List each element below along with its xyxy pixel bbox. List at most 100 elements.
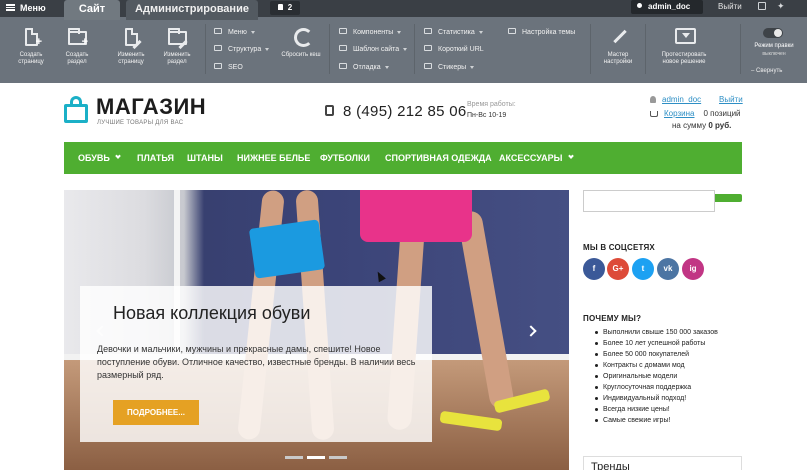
- chevron-down-icon: [567, 152, 574, 159]
- search-button[interactable]: [715, 194, 742, 202]
- tab-administration[interactable]: Администрирование: [126, 0, 258, 20]
- toolbar-separator: [740, 24, 741, 74]
- nav-item-underwear[interactable]: НИЖНЕЕ БЕЛЬЕ: [237, 142, 310, 174]
- search-input[interactable]: [583, 190, 715, 212]
- caret-down-icon: [384, 65, 389, 69]
- logo-subtitle: ЛУЧШИЕ ТОВАРЫ ДЛЯ ВАС: [97, 120, 184, 126]
- why-us-title: ПОЧЕМУ МЫ?: [583, 314, 642, 323]
- sticker-icon: [424, 63, 432, 70]
- site-template-dropdown[interactable]: Шаблон сайта: [339, 45, 408, 54]
- shopping-bag-icon[interactable]: [64, 96, 88, 123]
- pin-icon[interactable]: ✦: [777, 0, 785, 12]
- admin-menu-button[interactable]: Меню: [6, 0, 46, 17]
- test-solution-button[interactable]: Протестировать новое решение: [654, 27, 714, 66]
- nav-item-pants[interactable]: ШТАНЫ: [187, 142, 223, 174]
- why-us-item: Более 50 000 покупателей: [595, 349, 718, 360]
- hero-title: Новая коллекция обуви: [113, 303, 311, 323]
- admin-panel: Меню Сайт Администрирование 2 admin_doc …: [0, 0, 807, 83]
- edit-mode-toggle[interactable]: [763, 28, 783, 38]
- menu-dropdown[interactable]: Меню: [214, 28, 255, 37]
- nav-item-tshirts[interactable]: ФУТБОЛКИ: [320, 142, 370, 174]
- debug-dropdown[interactable]: Отладка: [339, 63, 389, 72]
- slider-dot[interactable]: [329, 456, 347, 459]
- edit-mode-label: Режим правки выключен: [748, 42, 800, 58]
- phone-number[interactable]: 8 (495) 212 85 06: [325, 103, 467, 120]
- structure-dropdown[interactable]: Структура: [214, 45, 270, 54]
- twitter-icon[interactable]: t: [632, 258, 654, 280]
- edit-section-button[interactable]: Изменить раздел: [156, 27, 198, 66]
- why-us-item: Выполнили свыше 150 000 заказов: [595, 327, 718, 338]
- admin-user-button[interactable]: admin_doc: [631, 0, 703, 14]
- cart-sum-value: 0 руб.: [708, 121, 732, 130]
- refresh-icon: [291, 27, 313, 48]
- why-us-list: Выполнили свыше 150 000 заказов Более 10 …: [595, 327, 718, 426]
- caret-down-icon: [265, 47, 270, 51]
- toolbar-separator: [205, 24, 206, 74]
- caret-down-icon: [397, 30, 402, 34]
- hero-more-button[interactable]: ПОДРОБНЕЕ...: [113, 400, 199, 425]
- nav-item-shoes[interactable]: ОБУВЬ: [78, 142, 121, 174]
- window-icon[interactable]: [758, 2, 766, 10]
- main-navigation: ОБУВЬ ПЛАТЬЯ ШТАНЫ НИЖНЕЕ БЕЛЬЕ ФУТБОЛКИ…: [64, 142, 742, 174]
- edit-page-icon: [121, 27, 142, 50]
- nav-item-accessories[interactable]: АКСЕССУАРЫ: [499, 142, 574, 174]
- admin-logout-link[interactable]: Выйти: [718, 0, 742, 14]
- why-us-item: Всегда низкие цены!: [595, 404, 718, 415]
- social-title: МЫ В СОЦСЕТЯХ: [583, 243, 655, 252]
- header-logout-link[interactable]: Выйти: [719, 95, 743, 104]
- nav-item-dresses[interactable]: ПЛАТЬЯ: [137, 142, 174, 174]
- tab-site[interactable]: Сайт: [64, 0, 120, 20]
- create-page-button[interactable]: + Создать страницу: [10, 27, 52, 66]
- link-icon: [424, 45, 432, 52]
- facebook-icon[interactable]: f: [583, 258, 605, 280]
- create-section-button[interactable]: + Создать раздел: [56, 27, 98, 66]
- new-folder-icon: +: [67, 27, 88, 48]
- new-page-icon: +: [21, 27, 42, 48]
- caret-down-icon: [403, 47, 408, 51]
- vk-icon[interactable]: vk: [657, 258, 679, 280]
- header-user-link[interactable]: admin_doc: [650, 95, 701, 104]
- cart-sum: на сумму 0 руб.: [672, 121, 732, 130]
- why-us-item: Более 10 лет успешной работы: [595, 338, 718, 349]
- google-plus-icon[interactable]: G+: [607, 258, 629, 280]
- edit-mode-state: выключен: [762, 51, 786, 57]
- debug-icon: [339, 63, 347, 70]
- slider-dot[interactable]: [285, 456, 303, 459]
- statistics-dropdown[interactable]: Статистика: [424, 28, 483, 37]
- monitor-download-icon: [674, 27, 696, 48]
- seo-button[interactable]: SEO: [214, 63, 243, 72]
- edit-folder-icon: [167, 27, 188, 50]
- stickers-dropdown[interactable]: Стикеры: [424, 63, 475, 72]
- theme-settings-button[interactable]: Настройка темы: [508, 28, 575, 37]
- slider-dot-active[interactable]: [307, 456, 325, 459]
- structure-icon: [214, 45, 222, 52]
- hero-text: Девочки и мальчики, мужчины и прекрасные…: [97, 344, 416, 380]
- edit-page-button[interactable]: Изменить страницу: [110, 27, 152, 66]
- collapse-panel-button[interactable]: – Свернуть: [751, 68, 782, 75]
- logo-title[interactable]: МАГАЗИН: [96, 96, 206, 118]
- instagram-icon[interactable]: ig: [682, 258, 704, 280]
- why-us-item: Самые свежие игры!: [595, 415, 718, 426]
- toolbar-separator: [645, 24, 646, 74]
- components-dropdown[interactable]: Компоненты: [339, 28, 402, 37]
- user-icon: [650, 96, 656, 104]
- hamburger-icon: [6, 4, 15, 12]
- why-us-item: Индивидуальный подход!: [595, 393, 718, 404]
- notifications-button[interactable]: 2: [270, 1, 300, 15]
- reset-cache-button[interactable]: Сбросить кеш: [280, 27, 322, 59]
- list-icon: [214, 28, 222, 35]
- cart-info: Корзина 0 позиций: [650, 109, 741, 118]
- working-hours-value: Пн-Вс 10-19: [467, 112, 507, 119]
- chart-icon: [214, 63, 222, 70]
- components-icon: [339, 28, 347, 35]
- cart-items-count: 0 позиций: [703, 109, 741, 118]
- why-us-item: Контракты с домами мод: [595, 360, 718, 371]
- toolbar-separator: [590, 24, 591, 74]
- setup-wizard-button[interactable]: Мастер настройки: [596, 27, 640, 66]
- short-url-button[interactable]: Короткий URL: [424, 45, 484, 54]
- nav-item-sportswear[interactable]: СПОРТИВНАЯ ОДЕЖДА: [385, 142, 492, 174]
- cart-link[interactable]: Корзина: [664, 109, 694, 118]
- why-us-item: Круглосуточная поддержка: [595, 382, 718, 393]
- chevron-down-icon: [114, 152, 121, 159]
- phone-icon: [325, 104, 334, 116]
